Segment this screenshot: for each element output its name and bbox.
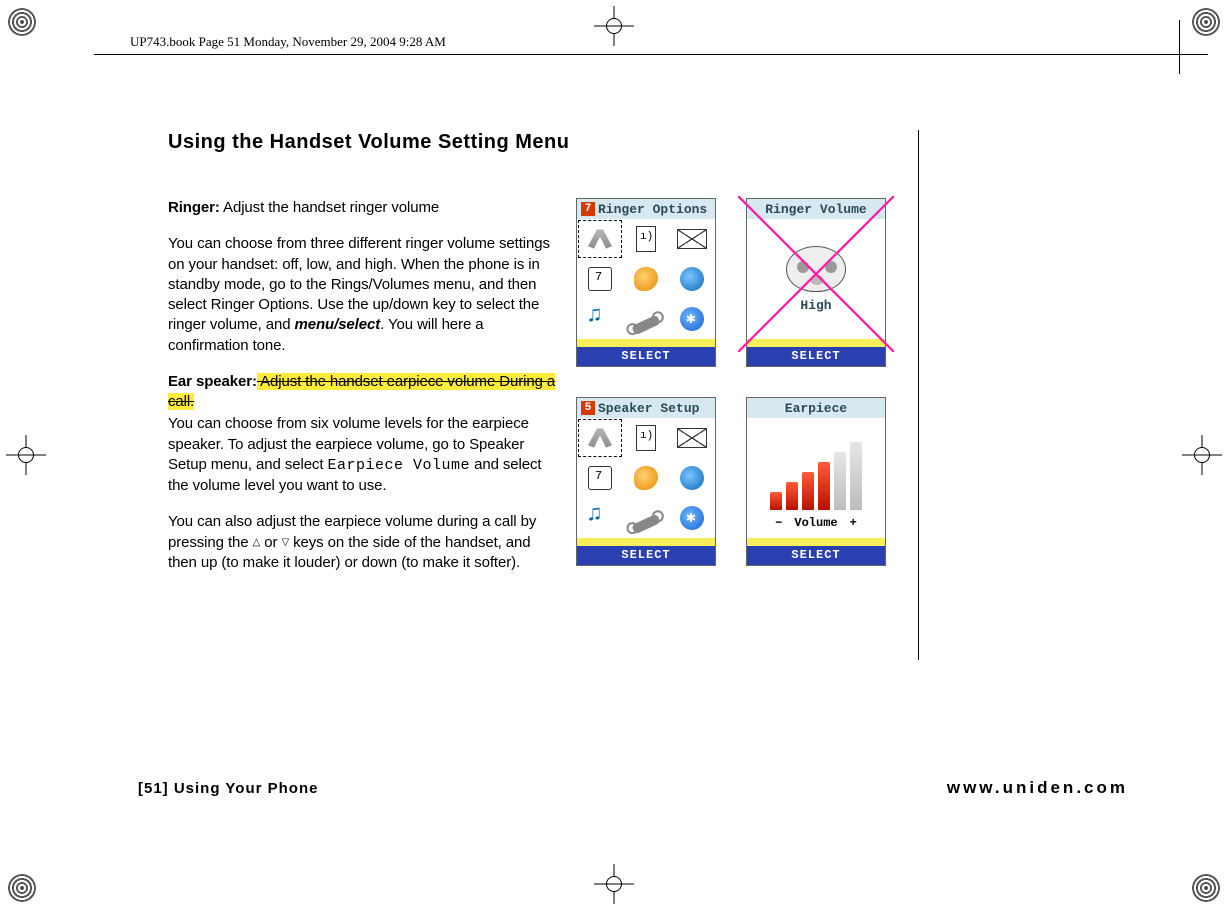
ringer-paragraph: You can choose from three different ring…	[168, 234, 558, 356]
crop-mark-icon	[1182, 435, 1222, 475]
yellow-bar	[577, 339, 715, 347]
screen-ringer-options: 7 Ringer Options	[576, 198, 716, 367]
crop-mark-icon	[594, 864, 634, 904]
screen-ringer-volume: Ringer Volume High SELECT	[746, 198, 886, 367]
volume-bar	[802, 472, 814, 510]
ear-speaker-label: Ear speaker:	[168, 373, 257, 390]
page: UP743.book Page 51 Monday, November 29, …	[0, 0, 1228, 910]
footer-right: www.uniden.com	[947, 779, 1128, 796]
envelope-icon	[677, 229, 707, 249]
handset-icon	[585, 426, 615, 450]
yellow-bar	[747, 339, 885, 347]
handset-icon	[585, 227, 615, 251]
volume-bar	[770, 492, 782, 510]
screen-ringer-volume-crossed: Ringer Volume High SELECT	[746, 198, 886, 367]
yellow-bar	[577, 538, 715, 546]
note-icon	[588, 267, 612, 291]
frame-line	[1172, 54, 1208, 55]
softkey-select: SELECT	[747, 347, 885, 366]
icon-grid	[577, 219, 715, 339]
volume-bar-inactive	[850, 442, 862, 510]
envelope-icon	[677, 428, 707, 448]
ringer-label: Ringer:	[168, 199, 220, 216]
earpiece-volume-menu-label: Earpiece Volume	[327, 457, 470, 474]
screen-speaker-setup: 5 Speaker Setup	[576, 397, 716, 566]
crop-mark-icon	[594, 6, 634, 46]
volume-minus: −	[775, 516, 782, 530]
page-title: Using the Handset Volume Setting Menu	[168, 130, 916, 154]
figure-column: 7 Ringer Options	[576, 198, 916, 589]
wrench-icon	[631, 315, 661, 336]
volume-bar-inactive	[834, 452, 846, 510]
registration-mark-icon	[8, 874, 36, 902]
volume-plus: +	[850, 516, 857, 530]
menu-select-key: menu/select	[295, 316, 381, 333]
vertical-rule	[918, 130, 919, 660]
registration-mark-icon	[8, 8, 36, 36]
content: Using the Handset Volume Setting Menu Ri…	[168, 130, 916, 589]
header-note: UP743.book Page 51 Monday, November 29, …	[130, 34, 446, 50]
screen-title: Earpiece	[785, 401, 847, 416]
note-icon	[588, 466, 612, 490]
icon-grid	[577, 418, 715, 538]
cartoon-face-icon	[786, 246, 846, 292]
down-triangle-icon: ▽	[281, 536, 289, 550]
frame-line	[94, 54, 1180, 55]
ringer-lead-text: Adjust the handset ringer volume	[220, 199, 439, 216]
bluetooth-icon	[680, 307, 704, 331]
blob-icon	[634, 466, 658, 490]
softkey-select: SELECT	[577, 546, 715, 565]
bluetooth-icon	[680, 506, 704, 530]
ringer-lead: Ringer: Adjust the handset ringer volume	[168, 198, 558, 218]
page-footer: [51] Using Your Phone www.uniden.com	[138, 779, 1128, 796]
ear-speaker-para1: You can choose from six volume levels fo…	[168, 414, 558, 496]
ear-speaker-para2: You can also adjust the earpiece volume …	[168, 512, 558, 573]
screen-earpiece: Earpiece −	[746, 397, 886, 566]
document-icon	[636, 425, 656, 451]
frame-line	[1179, 20, 1180, 74]
blob-icon	[634, 267, 658, 291]
volume-label: Volume	[794, 516, 837, 530]
yellow-bar	[747, 538, 885, 546]
volume-bar	[818, 462, 830, 510]
document-icon	[636, 226, 656, 252]
globe-icon	[680, 466, 704, 490]
screen-title: Speaker Setup	[598, 401, 699, 416]
music-icon	[588, 506, 612, 530]
wrench-icon	[631, 514, 661, 535]
globe-icon	[680, 267, 704, 291]
crop-mark-icon	[6, 435, 46, 475]
softkey-select: SELECT	[577, 347, 715, 366]
screen-title: Ringer Volume	[765, 202, 866, 217]
volume-bars	[770, 450, 862, 510]
screen-title: Ringer Options	[598, 202, 707, 217]
ear-speaker-lead: Ear speaker: Adjust the handset earpiece…	[168, 372, 558, 413]
volume-bar	[786, 482, 798, 510]
footer-left: [51] Using Your Phone	[138, 781, 318, 796]
registration-mark-icon	[1192, 8, 1220, 36]
volume-level-label: High	[800, 298, 831, 313]
screen-number-badge: 5	[581, 401, 595, 415]
ear-or: or	[260, 534, 281, 551]
text-column: Ringer: Adjust the handset ringer volume…	[168, 198, 558, 589]
screen-number-badge: 7	[581, 202, 595, 216]
softkey-select: SELECT	[747, 546, 885, 565]
music-icon	[588, 307, 612, 331]
registration-mark-icon	[1192, 874, 1220, 902]
